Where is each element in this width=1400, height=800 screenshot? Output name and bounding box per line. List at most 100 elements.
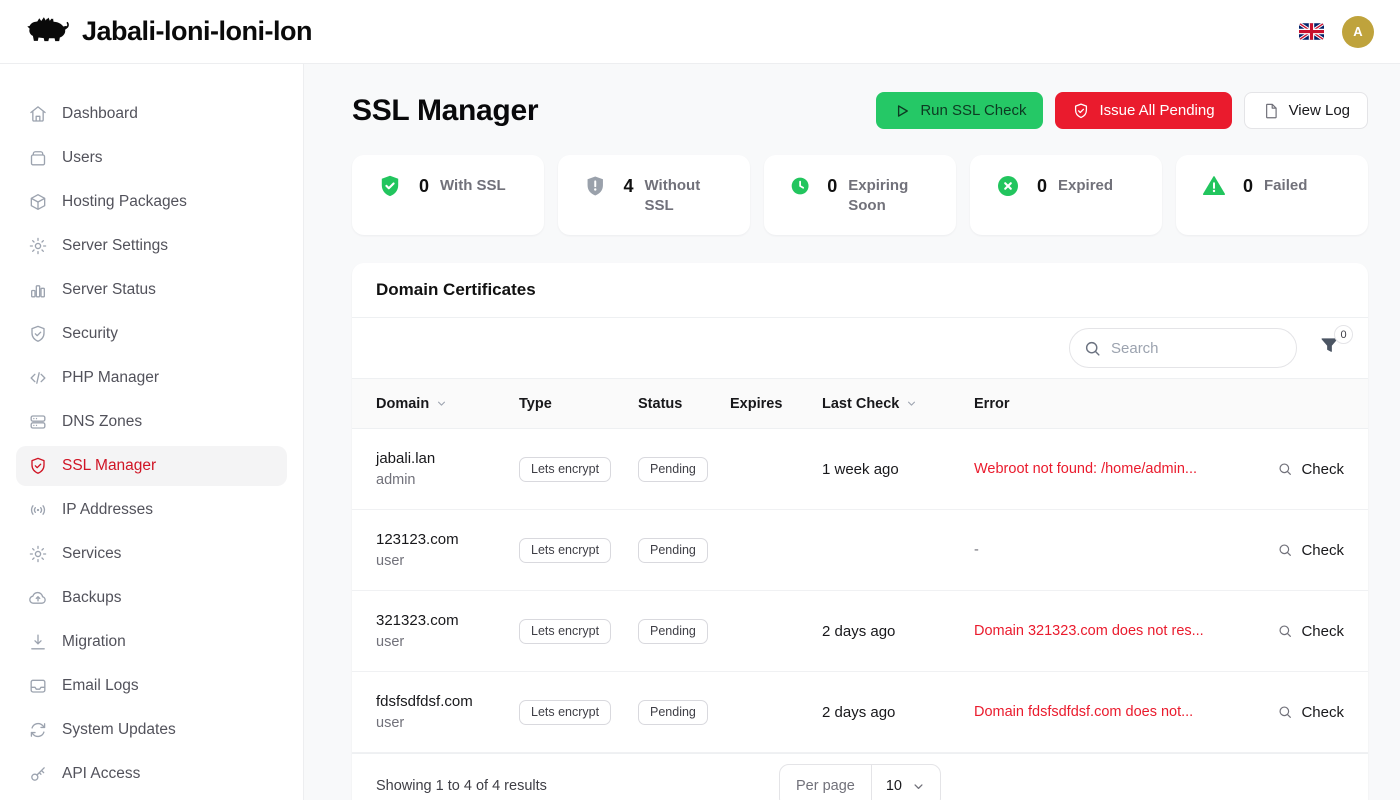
stat-label: Without SSL: [645, 176, 728, 216]
boar-icon: [26, 13, 72, 50]
stat-card-with-ssl: 0 With SSL: [352, 155, 544, 235]
sidebar-item-hosting-packages[interactable]: Hosting Packages: [16, 182, 287, 222]
type-badge: Lets encrypt: [519, 700, 611, 725]
sidebar-item-php-manager[interactable]: PHP Manager: [16, 358, 287, 398]
check-button[interactable]: Check: [1277, 704, 1344, 721]
sidebar-item-label: Server Settings: [62, 237, 168, 255]
sidebar-item-ssl-manager[interactable]: SSL Manager: [16, 446, 287, 486]
gear-icon: [28, 236, 48, 256]
search-icon: [1083, 339, 1102, 358]
magnifier-icon: [1277, 704, 1293, 720]
sidebar-item-label: Dashboard: [62, 105, 138, 123]
sidebar-item-migration[interactable]: Migration: [16, 622, 287, 662]
status-badge: Pending: [638, 457, 708, 482]
document-icon: [1262, 102, 1280, 120]
view-log-label: View Log: [1289, 102, 1350, 119]
column-header-domain[interactable]: Domain: [376, 396, 519, 412]
shield-check-filled-icon: [378, 174, 402, 198]
sidebar-item-label: Services: [62, 545, 121, 563]
filter-count-badge: 0: [1334, 325, 1353, 344]
sidebar-item-server-status[interactable]: Server Status: [16, 270, 287, 310]
stat-label: Failed: [1264, 176, 1307, 196]
sidebar-item-label: Security: [62, 325, 118, 343]
bar-chart-icon: [28, 280, 48, 300]
play-icon: [893, 102, 911, 120]
domain-name: 321323.com: [376, 612, 519, 629]
stat-value: 0: [1037, 174, 1047, 198]
domain-name: jabali.lan: [376, 450, 519, 467]
magnifier-icon: [1277, 623, 1293, 639]
sidebar-item-dns-zones[interactable]: DNS Zones: [16, 402, 287, 442]
stat-label: Expiring Soon: [848, 176, 934, 216]
refresh-icon: [28, 720, 48, 740]
stat-label: With SSL: [440, 176, 506, 196]
stat-value: 4: [624, 174, 634, 198]
stats-row: 0 With SSL 4 Without SSL 0 Expiring Soon…: [352, 155, 1368, 235]
archive-box-icon: [28, 148, 48, 168]
sidebar-item-system-updates[interactable]: System Updates: [16, 710, 287, 750]
shield-check-icon: [1072, 102, 1090, 120]
stat-card-failed: 0 Failed: [1176, 155, 1368, 235]
sidebar-item-label: System Updates: [62, 721, 176, 739]
key-icon: [28, 764, 48, 784]
sidebar-item-label: Hosting Packages: [62, 193, 187, 211]
sidebar-item-ip-addresses[interactable]: IP Addresses: [16, 490, 287, 530]
issue-all-pending-label: Issue All Pending: [1099, 102, 1214, 119]
run-ssl-check-button[interactable]: Run SSL Check: [876, 92, 1043, 129]
download-icon: [28, 632, 48, 652]
check-button[interactable]: Check: [1277, 542, 1344, 559]
domain-certificates-card: Domain Certificates 0 Domain Type St: [352, 263, 1368, 800]
column-header-last-check[interactable]: Last Check: [822, 396, 974, 412]
sidebar-item-server-settings[interactable]: Server Settings: [16, 226, 287, 266]
sidebar-item-security[interactable]: Security: [16, 314, 287, 354]
per-page-value: 10: [886, 778, 902, 794]
last-check-cell: 2 days ago: [822, 623, 974, 640]
sidebar-item-email-logs[interactable]: Email Logs: [16, 666, 287, 706]
check-button[interactable]: Check: [1277, 461, 1344, 478]
filter-button[interactable]: 0: [1319, 335, 1340, 361]
search-box: [1069, 328, 1297, 368]
status-badge: Pending: [638, 619, 708, 644]
home-icon: [28, 104, 48, 124]
gear-icon: [28, 544, 48, 564]
table-header-row: Domain Type Status Expires Last Check Er…: [352, 379, 1368, 429]
magnifier-icon: [1277, 542, 1293, 558]
domain-name: fdsfsdfdsf.com: [376, 693, 519, 710]
issue-all-pending-button[interactable]: Issue All Pending: [1055, 92, 1231, 129]
per-page-select[interactable]: Per page 10: [779, 764, 941, 800]
sidebar-item-label: Email Logs: [62, 677, 139, 695]
uk-flag-icon[interactable]: [1299, 23, 1324, 40]
brand: Jabali-loni-loni-lon: [26, 13, 312, 50]
stat-value: 0: [419, 174, 429, 198]
sidebar-item-label: SSL Manager: [62, 457, 156, 475]
card-title: Domain Certificates: [376, 280, 536, 300]
sidebar-item-label: Backups: [62, 589, 121, 607]
table-row: jabali.lan admin Lets encrypt Pending 1 …: [352, 429, 1368, 510]
magnifier-icon: [1277, 461, 1293, 477]
sidebar-item-backups[interactable]: Backups: [16, 578, 287, 618]
status-badge: Pending: [638, 538, 708, 563]
sidebar-item-label: Server Status: [62, 281, 156, 299]
table-row: 123123.com user Lets encrypt Pending - C…: [352, 510, 1368, 591]
shield-exclamation-filled-icon: [584, 174, 607, 198]
avatar[interactable]: A: [1342, 16, 1374, 48]
sidebar-item-users[interactable]: Users: [16, 138, 287, 178]
sidebar-item-label: PHP Manager: [62, 369, 159, 387]
search-input[interactable]: [1069, 328, 1297, 368]
sidebar-item-services[interactable]: Services: [16, 534, 287, 574]
check-button[interactable]: Check: [1277, 623, 1344, 640]
sidebar: Dashboard Users Hosting Packages Server …: [0, 64, 304, 800]
column-header-type: Type: [519, 396, 638, 412]
sidebar-item-label: IP Addresses: [62, 501, 153, 519]
error-cell: Domain fdsfsdfdsf.com does not...: [974, 704, 1259, 720]
type-badge: Lets encrypt: [519, 538, 611, 563]
clock-filled-icon: [790, 174, 810, 198]
chevron-down-icon: [435, 397, 448, 410]
view-log-button[interactable]: View Log: [1244, 92, 1368, 129]
shield-check-icon: [28, 456, 48, 476]
sidebar-item-api-access[interactable]: API Access: [16, 754, 287, 794]
sidebar-item-label: DNS Zones: [62, 413, 142, 431]
stat-label: Expired: [1058, 176, 1113, 196]
type-badge: Lets encrypt: [519, 457, 611, 482]
sidebar-item-dashboard[interactable]: Dashboard: [16, 94, 287, 134]
